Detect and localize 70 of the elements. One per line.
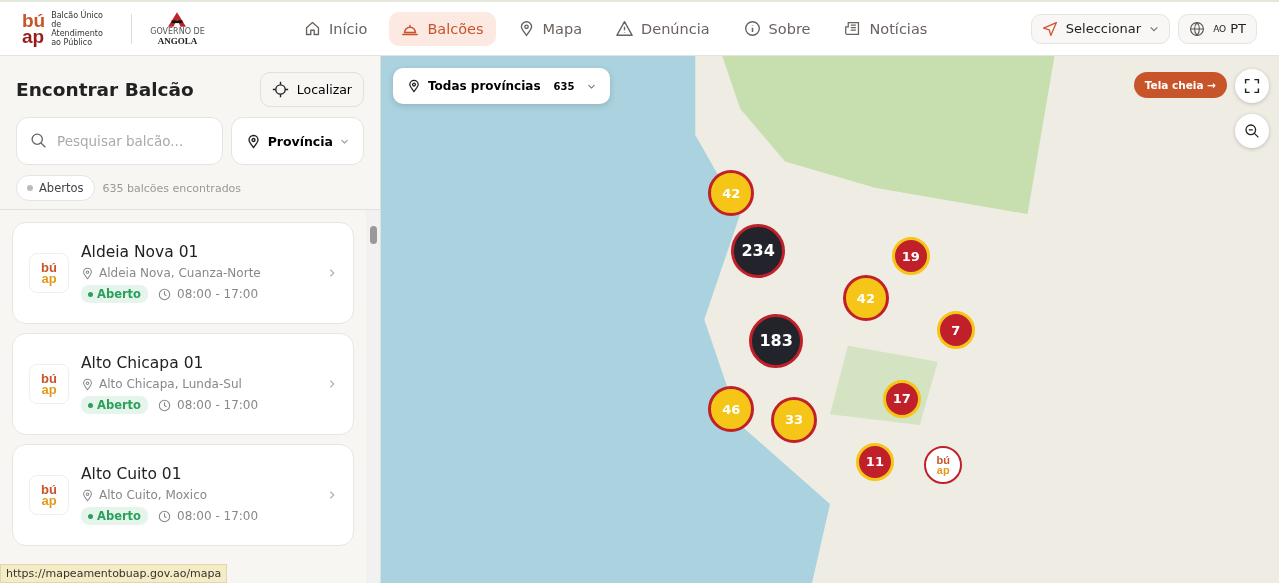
office-card[interactable]: bú ap Alto Chicapa 01 Alto Chicapa, Lunda-Sul Aberto 08:00 - 17:00	[12, 333, 354, 435]
opening-hours: 08:00 - 17:00	[177, 287, 259, 301]
search-field[interactable]: Pesquisar balcão...	[16, 117, 223, 165]
opening-hours: 08:00 - 17:00	[177, 509, 259, 523]
status-badge: Aberto	[81, 396, 148, 414]
office-card[interactable]: bú ap Aldeia Nova 01 Aldeia Nova, Cuanza-Norte Aberto 08:00 - 17:00	[12, 222, 354, 324]
logo-tagline: Balcão Único de Atendimento ao Público	[51, 10, 104, 47]
fullscreen-tooltip: Tela cheia →	[1133, 72, 1227, 98]
nav-tab[interactable]: Denúncia	[604, 11, 722, 46]
status-badge: Aberto	[81, 285, 148, 303]
fullscreen-icon	[1244, 78, 1260, 94]
clock-icon	[158, 287, 171, 301]
office-name: Alto Cuito 01	[81, 465, 183, 483]
office-name: Aldeia Nova 01	[81, 243, 200, 261]
clock-icon	[158, 509, 171, 523]
info-icon	[743, 20, 761, 37]
logo-text: bú	[41, 484, 57, 495]
language-select[interactable]: AO PT	[1178, 13, 1257, 44]
logo-text: bú	[22, 12, 46, 29]
location-pin-icon	[245, 133, 261, 149]
chevron-right-icon	[327, 268, 337, 278]
office-card[interactable]: bú ap Alto Cuito 01 Alto Cuito, Moxico Aberto 08:00 - 17:00	[12, 444, 354, 546]
location-pin-icon	[81, 266, 94, 280]
nav-tab[interactable]: Sobre	[731, 11, 823, 46]
home-icon	[304, 20, 321, 37]
logo-text: ap	[41, 495, 57, 506]
government-text: ANGOLA	[157, 35, 198, 46]
location-pin-icon	[407, 79, 421, 93]
globe-icon	[1189, 20, 1206, 37]
office-location: Alto Chicapa, Lunda-Sul	[99, 377, 242, 391]
locate-button[interactable]: Localizar	[259, 72, 364, 107]
clock-icon	[158, 398, 171, 412]
logo-text: ap	[936, 464, 950, 475]
open-filter-chip[interactable]: Abertos	[16, 175, 95, 201]
logo-text: ap	[41, 273, 57, 284]
logo-text: bú	[936, 454, 950, 465]
office-location: Alto Cuito, Moxico	[99, 488, 208, 502]
status-url: https://mapeamentobuap.gov.ao/mapa	[0, 564, 228, 583]
newspaper-icon	[844, 20, 862, 37]
panel-title: Encontrar Balcão	[16, 79, 194, 100]
crosshair-icon	[271, 81, 289, 98]
navigation-arrow-icon	[1041, 20, 1058, 37]
warning-icon	[616, 20, 634, 37]
government-text: GOVERNO DE	[150, 26, 205, 36]
buap-logo[interactable]: bú ap	[22, 12, 46, 45]
status-badge: Aberto	[81, 507, 148, 525]
province-select[interactable]: Província	[230, 117, 364, 165]
office-location: Aldeia Nova, Cuanza-Norte	[99, 266, 261, 280]
logo-text: ap	[22, 28, 46, 45]
logo-text: bú	[41, 373, 57, 384]
zoom-out-icon	[1244, 123, 1260, 139]
nav-tab[interactable]: Início	[292, 11, 380, 46]
nav-tab[interactable]: Balcões	[389, 11, 496, 46]
province-filter[interactable]: Todas províncias 635	[393, 68, 611, 104]
office-name: Alto Chicapa 01	[81, 354, 205, 372]
location-pin-icon	[81, 377, 94, 391]
location-select[interactable]: Seleccionar	[1030, 13, 1171, 44]
scrollbar[interactable]	[366, 210, 380, 583]
chevron-right-icon	[327, 490, 337, 500]
map-tile[interactable]: Todas províncias 635 Tela cheia → 42 234 19 42 7 183 17 46 33 11 bú ap	[381, 56, 1279, 583]
logo-text: ap	[41, 384, 57, 395]
logo-text: bú	[41, 262, 57, 273]
triangle-emblem-icon	[168, 11, 187, 27]
nav-tab[interactable]: Notícias	[832, 11, 940, 46]
search-icon	[30, 132, 47, 149]
result-count: 635 balcões encontrados	[102, 181, 242, 195]
chevron-right-icon	[327, 379, 337, 389]
nav-tab[interactable]: Mapa	[505, 11, 595, 46]
opening-hours: 08:00 - 17:00	[177, 398, 259, 412]
location-pin-icon	[81, 488, 94, 502]
